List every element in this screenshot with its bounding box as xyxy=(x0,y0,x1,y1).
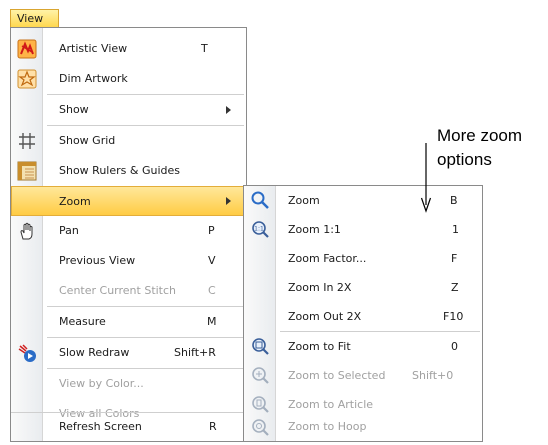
submenu-arrow-icon xyxy=(226,106,231,114)
menu-item-slow-redraw[interactable]: Slow Redraw Shift+R xyxy=(11,338,246,368)
menu-item-shortcut: F xyxy=(451,252,458,265)
menu-item-label: Zoom xyxy=(288,194,320,207)
menu-item-shortcut: P xyxy=(208,224,215,237)
annotation-line-1: More zoom xyxy=(437,126,523,145)
grid-icon xyxy=(19,133,35,149)
submenu-item-zoom[interactable]: Zoom B xyxy=(244,186,482,216)
annotation-arrow-icon xyxy=(420,143,432,213)
menu-item-shortcut: C xyxy=(208,284,216,297)
rulers-icon xyxy=(17,161,37,181)
submenu-arrow-icon xyxy=(226,197,231,205)
artistic-view-icon xyxy=(17,39,37,59)
annotation-callout: More zoom options xyxy=(437,124,522,172)
menu-item-label: Artistic View xyxy=(59,42,128,55)
zoom-hoop-icon xyxy=(252,419,269,436)
menu-item-label: Slow Redraw xyxy=(59,346,130,359)
svg-text:1:1: 1:1 xyxy=(254,226,264,233)
menu-item-label: Center Current Stitch xyxy=(59,284,177,297)
menu-item-label: Dim Artwork xyxy=(59,72,128,85)
pan-hand-icon xyxy=(20,222,33,240)
submenu-item-zoom-out-2x[interactable]: Zoom Out 2X F10 xyxy=(244,302,482,332)
submenu-item-zoom-factor[interactable]: Zoom Factor... F xyxy=(244,244,482,274)
menu-item-show-rulers-guides[interactable]: Show Rulers & Guides xyxy=(11,156,246,186)
menu-item-shortcut: Shift+0 xyxy=(412,369,454,382)
menu-item-view-by-color: View by Color... xyxy=(11,369,246,399)
menu-item-label: Zoom to Fit xyxy=(288,340,351,353)
menu-item-label: Pan xyxy=(59,224,79,237)
menu-item-refresh-screen[interactable]: Refresh Screen R xyxy=(11,412,246,441)
menu-item-show-grid[interactable]: Show Grid xyxy=(11,126,246,156)
view-menu: Artistic View T Dim Artwork Show Show Gr… xyxy=(10,27,247,442)
zoom-fit-icon xyxy=(252,338,269,355)
menu-item-artistic-view[interactable]: Artistic View T xyxy=(11,34,246,64)
submenu-item-zoom-to-fit[interactable]: Zoom to Fit 0 xyxy=(244,332,482,362)
menu-item-shortcut: F10 xyxy=(443,310,464,323)
menu-item-shortcut: Shift+R xyxy=(174,346,216,359)
menu-item-shortcut: R xyxy=(209,420,217,433)
zoom-submenu: Zoom B 1:1 Zoom 1:1 1 Zoom Factor... F Z… xyxy=(243,185,483,442)
zoom-selected-icon xyxy=(252,367,269,384)
menu-item-shortcut: T xyxy=(201,42,208,55)
zoom-icon xyxy=(251,191,269,209)
menu-item-shortcut: 1 xyxy=(452,223,459,236)
menu-item-shortcut: V xyxy=(208,254,216,267)
submenu-item-zoom-to-selected: Zoom to Selected Shift+0 xyxy=(244,361,482,391)
menu-item-label: Zoom Out 2X xyxy=(288,310,362,323)
menu-item-center-current-stitch: Center Current Stitch C xyxy=(11,276,246,306)
menu-item-measure[interactable]: Measure M xyxy=(11,307,246,337)
menu-item-previous-view[interactable]: Previous View V xyxy=(11,246,246,276)
menu-item-label: Show xyxy=(59,103,89,116)
menu-item-label: Zoom to Selected xyxy=(288,369,386,382)
slow-redraw-icon xyxy=(18,344,36,362)
menu-item-shortcut: Z xyxy=(451,281,459,294)
menu-item-label: Zoom to Hoop xyxy=(288,420,367,433)
menu-item-label: Previous View xyxy=(59,254,136,267)
menu-item-dim-artwork[interactable]: Dim Artwork xyxy=(11,64,246,94)
menu-item-shortcut: M xyxy=(207,315,217,328)
zoom-article-icon xyxy=(252,396,269,413)
menu-item-shortcut: 0 xyxy=(451,340,458,353)
menu-item-label: Show Grid xyxy=(59,134,116,147)
menu-item-show[interactable]: Show xyxy=(11,95,246,125)
menu-item-label: Zoom 1:1 xyxy=(288,223,341,236)
submenu-item-zoom-to-hoop: Zoom to Hoop xyxy=(244,412,482,442)
menu-item-zoom[interactable]: Zoom xyxy=(11,186,246,216)
menu-item-label: Refresh Screen xyxy=(59,420,142,433)
submenu-item-zoom-1-1[interactable]: 1:1 Zoom 1:1 1 xyxy=(244,215,482,245)
view-menu-button[interactable]: View xyxy=(10,9,59,28)
menu-item-label: Measure xyxy=(59,315,106,328)
menu-item-shortcut: B xyxy=(450,194,458,207)
menu-item-pan[interactable]: Pan P xyxy=(11,216,246,246)
menu-item-label: View by Color... xyxy=(59,377,144,390)
submenu-item-zoom-in-2x[interactable]: Zoom In 2X Z xyxy=(244,273,482,303)
dim-artwork-icon xyxy=(17,69,37,89)
annotation-line-2: options xyxy=(437,150,492,169)
menu-item-label: Show Rulers & Guides xyxy=(59,164,180,177)
menu-item-label: Zoom xyxy=(59,195,91,208)
menu-item-label: Zoom Factor... xyxy=(288,252,367,265)
zoom-1-1-icon: 1:1 xyxy=(252,221,269,238)
menu-item-label: Zoom In 2X xyxy=(288,281,352,294)
